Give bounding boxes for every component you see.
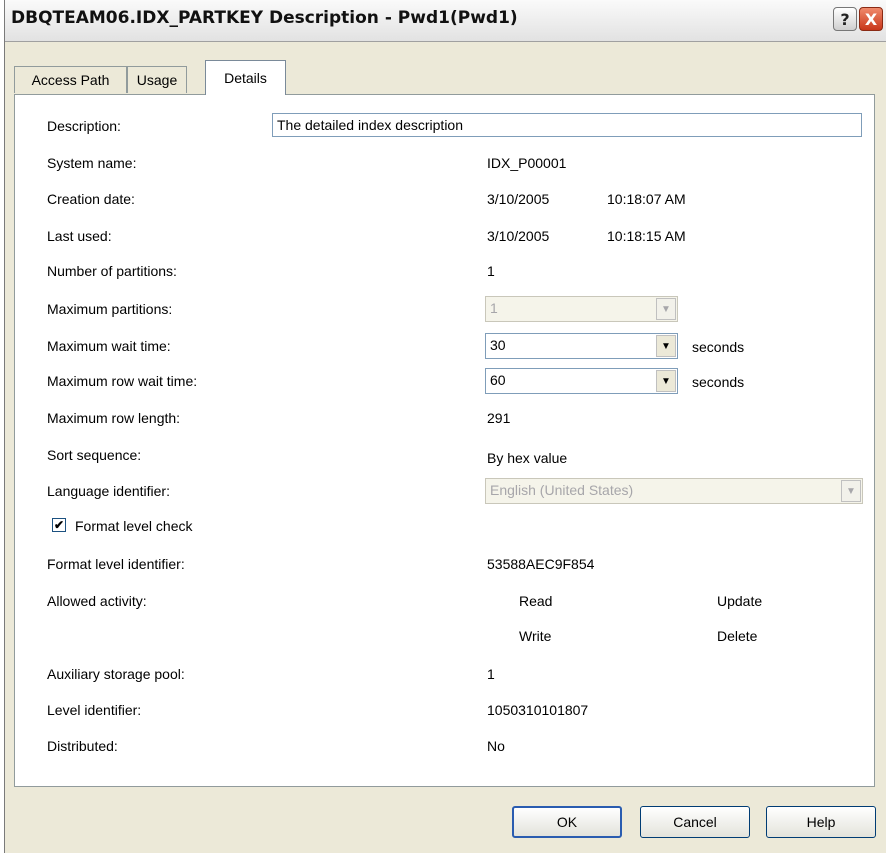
- format-level-check-checkbox[interactable]: ✔: [52, 518, 66, 532]
- maximum-partitions-combo: 1 ▼: [485, 296, 678, 322]
- tab-details[interactable]: Details: [205, 60, 286, 95]
- level-identifier-value: 1050310101807: [487, 702, 589, 718]
- maximum-wait-time-combo[interactable]: 30 ▼: [485, 333, 678, 359]
- tab-access-path[interactable]: Access Path: [14, 66, 127, 93]
- allowed-activity-delete: Delete: [717, 628, 758, 644]
- maximum-row-wait-time-unit: seconds: [692, 374, 745, 390]
- chevron-down-icon[interactable]: ▼: [656, 370, 676, 392]
- maximum-row-wait-time-combo[interactable]: 60 ▼: [485, 368, 678, 394]
- last-used-date: 3/10/2005: [487, 228, 550, 244]
- distributed-value: No: [487, 738, 505, 754]
- creation-time-value: 10:18:07 AM: [607, 191, 686, 207]
- last-used-time: 10:18:15 AM: [607, 228, 686, 244]
- sort-sequence-value: By hex value: [487, 450, 568, 466]
- window-title: DBQTEAM06.IDX_PARTKEY Description - Pwd1…: [11, 8, 518, 28]
- details-panel: [14, 94, 875, 787]
- creation-date-label: Creation date:: [47, 191, 135, 207]
- maximum-wait-time-unit: seconds: [692, 339, 745, 355]
- chevron-down-icon: ▼: [841, 480, 861, 502]
- system-name-label: System name:: [47, 155, 137, 171]
- auxiliary-storage-pool-value: 1: [487, 666, 495, 682]
- format-level-identifier-value: 53588AEC9F854: [487, 556, 595, 572]
- allowed-activity-update: Update: [717, 593, 763, 609]
- cancel-button[interactable]: Cancel: [640, 806, 750, 838]
- description-input[interactable]: [272, 113, 862, 137]
- number-of-partitions-label: Number of partitions:: [47, 263, 177, 279]
- allowed-activity-write: Write: [519, 628, 552, 644]
- help-button[interactable]: Help: [766, 806, 876, 838]
- help-icon[interactable]: ?: [833, 7, 857, 31]
- level-identifier-label: Level identifier:: [47, 702, 142, 718]
- maximum-row-wait-time-label: Maximum row wait time:: [47, 373, 198, 389]
- language-identifier-value: English (United States): [490, 482, 634, 498]
- creation-date-value: 3/10/2005: [487, 191, 550, 207]
- allowed-activity-read: Read: [519, 593, 553, 609]
- maximum-wait-time-value: 30: [490, 337, 506, 353]
- language-identifier-combo: English (United States) ▼: [485, 478, 863, 504]
- number-of-partitions-value: 1: [487, 263, 495, 279]
- chevron-down-icon: ▼: [656, 298, 676, 320]
- maximum-wait-time-label: Maximum wait time:: [47, 338, 171, 354]
- maximum-partitions-value: 1: [490, 300, 498, 316]
- sort-sequence-label: Sort sequence:: [47, 447, 142, 463]
- system-name-value: IDX_P00001: [487, 155, 567, 171]
- format-level-check-label[interactable]: Format level check: [75, 518, 192, 534]
- title-bar[interactable]: DBQTEAM06.IDX_PARTKEY Description - Pwd1…: [5, 0, 886, 42]
- maximum-row-length-value: 291: [487, 410, 511, 426]
- maximum-row-length-label: Maximum row length:: [47, 410, 181, 426]
- format-level-identifier-label: Format level identifier:: [47, 556, 185, 572]
- close-icon[interactable]: X: [859, 7, 883, 31]
- allowed-activity-label: Allowed activity:: [47, 593, 147, 609]
- chevron-down-icon[interactable]: ▼: [656, 335, 676, 357]
- last-used-label: Last used:: [47, 228, 112, 244]
- tab-usage[interactable]: Usage: [127, 66, 187, 93]
- distributed-label: Distributed:: [47, 738, 118, 754]
- ok-button[interactable]: OK: [512, 806, 622, 838]
- language-identifier-label: Language identifier:: [47, 483, 170, 499]
- description-label: Description:: [47, 118, 121, 134]
- maximum-row-wait-time-value: 60: [490, 372, 506, 388]
- auxiliary-storage-pool-label: Auxiliary storage pool:: [47, 666, 185, 682]
- maximum-partitions-label: Maximum partitions:: [47, 301, 173, 317]
